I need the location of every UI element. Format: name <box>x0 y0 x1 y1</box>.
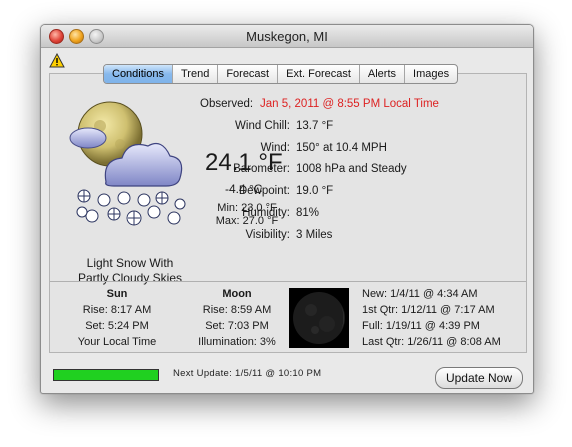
moon-illumination: Illumination: 3% <box>198 336 276 348</box>
tab-trend[interactable]: Trend <box>171 65 217 83</box>
moon-title: Moon <box>222 288 252 300</box>
moon-set: Set: 7:03 PM <box>205 320 269 332</box>
tab-forecast[interactable]: Forecast <box>217 65 277 83</box>
phase-new: New: 1/4/11 @ 4:34 AM <box>362 288 478 300</box>
tab-images[interactable]: Images <box>404 65 457 83</box>
detail-label: Humidity: <box>242 207 290 219</box>
condition-line-1: Light Snow With <box>86 256 174 270</box>
title-bar: Muskegon, MI <box>41 25 533 48</box>
detail-label: Wind Chill: <box>235 120 290 132</box>
detail-label: Wind: <box>260 142 290 154</box>
moon-info: Moon Rise: 8:59 AM Set: 7:03 PM Illumina… <box>182 286 292 350</box>
detail-value: 81% <box>296 207 320 219</box>
detail-value: 150° at 10.4 MPH <box>296 142 387 154</box>
phase-last-quarter: Last Qtr: 1/26/11 @ 8:08 AM <box>362 336 501 348</box>
moon-rise: Rise: 8:59 AM <box>202 304 272 316</box>
update-now-button[interactable]: Update Now <box>435 367 523 389</box>
sun-set: Set: 5:24 PM <box>85 320 149 332</box>
detail-value: 1008 hPa and Steady <box>296 163 407 175</box>
phase-first-quarter: 1st Qtr: 1/12/11 @ 7:17 AM <box>362 304 495 316</box>
tab-alerts[interactable]: Alerts <box>358 65 404 83</box>
app-window: Muskegon, MI Conditions Trend Forecast E… <box>40 24 534 394</box>
sun-rise: Rise: 8:17 AM <box>82 304 152 316</box>
detail-value: 3 Miles <box>296 229 333 241</box>
next-update-text: Next Update: 1/5/11 @ 10:10 PM <box>173 368 322 379</box>
conditions-panel: Light Snow With Partly Cloudy Skies Obse… <box>49 73 527 353</box>
update-progress-bar <box>53 369 159 381</box>
observed-label: Observed: <box>200 98 254 110</box>
condition-line-2: Partly Cloudy Skies <box>77 271 183 285</box>
phase-full: Full: 1/19/11 @ 4:39 PM <box>362 320 480 332</box>
moon-phases: New: 1/4/11 @ 4:34 AM 1st Qtr: 1/12/11 @… <box>362 286 501 350</box>
moon-phase-image <box>289 288 349 348</box>
sun-title: Sun <box>106 288 128 300</box>
section-divider <box>50 281 526 282</box>
sun-note: Your Local Time <box>77 336 157 348</box>
detail-label: Barometer: <box>233 163 290 175</box>
tab-conditions[interactable]: Conditions <box>104 65 172 83</box>
sun-info: Sun Rise: 8:17 AM Set: 5:24 PM Your Loca… <box>68 286 166 350</box>
detail-label: Dewpoint: <box>238 185 290 197</box>
status-bar: Next Update: 1/5/11 @ 10:10 PM Update No… <box>41 361 533 393</box>
warning-icon[interactable] <box>49 53 65 68</box>
observed-time: Jan 5, 2011 @ 8:55 PM Local Time <box>260 98 439 110</box>
detail-label: Visibility: <box>245 229 290 241</box>
window-title: Muskegon, MI <box>246 29 328 44</box>
tab-ext-forecast[interactable]: Ext. Forecast <box>277 65 359 83</box>
current-conditions: Light Snow With Partly Cloudy Skies Obse… <box>50 74 526 285</box>
tab-bar: Conditions Trend Forecast Ext. Forecast … <box>103 64 459 84</box>
detail-value: 13.7 °F <box>296 120 334 132</box>
detail-value: 19.0 °F <box>296 185 334 197</box>
